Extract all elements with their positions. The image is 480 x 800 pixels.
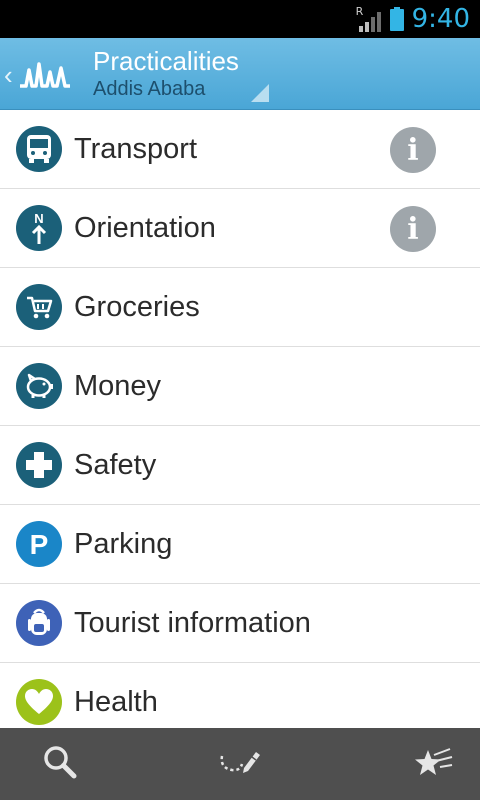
list-item-health[interactable]: Health [0, 663, 480, 728]
info-glyph: i [407, 211, 419, 247]
list-item-label: Health [74, 686, 158, 718]
list-item-transport[interactable]: Transport i [0, 110, 480, 189]
location-subtitle: Addis Ababa [93, 78, 206, 100]
piggy-bank-icon [16, 363, 62, 409]
list-item-label: Tourist information [74, 607, 311, 639]
practicalities-list: Transport i N Orientation i Groceries Mo… [0, 110, 480, 728]
list-item-parking[interactable]: P Parking [0, 505, 480, 584]
page-title: Practicalities [93, 46, 239, 76]
edit-route-icon [218, 746, 262, 783]
list-item-label: Orientation [74, 212, 216, 244]
list-item-label: Groceries [74, 291, 200, 323]
status-icons: R 9:40 [356, 4, 470, 34]
parking-p-icon: P [16, 521, 62, 567]
list-item-orientation[interactable]: N Orientation i [0, 189, 480, 268]
back-chevron-icon[interactable]: ‹ [4, 62, 13, 88]
search-icon [41, 743, 79, 786]
list-item-tourist-information[interactable]: Tourist information [0, 584, 480, 663]
clock: 9:40 [411, 4, 470, 34]
favorites-button[interactable] [374, 728, 480, 800]
bus-icon [16, 126, 62, 172]
title-block[interactable]: Practicalities Addis Ababa [93, 46, 273, 102]
status-bar: R 9:40 [0, 0, 480, 38]
list-item-label: Safety [74, 449, 157, 481]
svg-text:N: N [34, 211, 43, 226]
battery-icon [389, 7, 404, 31]
signal-icon: R [356, 5, 382, 32]
plus-cross-icon [16, 442, 62, 488]
list-item-label: Transport [74, 133, 198, 165]
favorites-stars-icon [414, 745, 454, 784]
list-item-label: Money [74, 370, 162, 402]
list-item-safety[interactable]: Safety [0, 426, 480, 505]
list-item-label: Parking [74, 528, 173, 560]
app-logo-icon[interactable] [18, 56, 72, 96]
edit-route-button[interactable] [180, 728, 300, 800]
info-icon[interactable]: i [390, 127, 436, 173]
shopping-cart-icon [16, 284, 62, 330]
search-button[interactable] [0, 728, 120, 800]
info-icon[interactable]: i [390, 206, 436, 252]
bottom-bar [0, 728, 480, 800]
list-item-groceries[interactable]: Groceries [0, 268, 480, 347]
action-bar: ‹ Practicalities Addis Ababa [0, 38, 480, 110]
backpack-icon [16, 600, 62, 646]
dropdown-triangle-icon[interactable] [251, 84, 269, 102]
svg-text:P: P [30, 529, 49, 559]
list-item-money[interactable]: Money [0, 347, 480, 426]
info-glyph: i [407, 132, 419, 168]
heart-icon [16, 679, 62, 725]
north-arrow-icon: N [16, 205, 62, 251]
